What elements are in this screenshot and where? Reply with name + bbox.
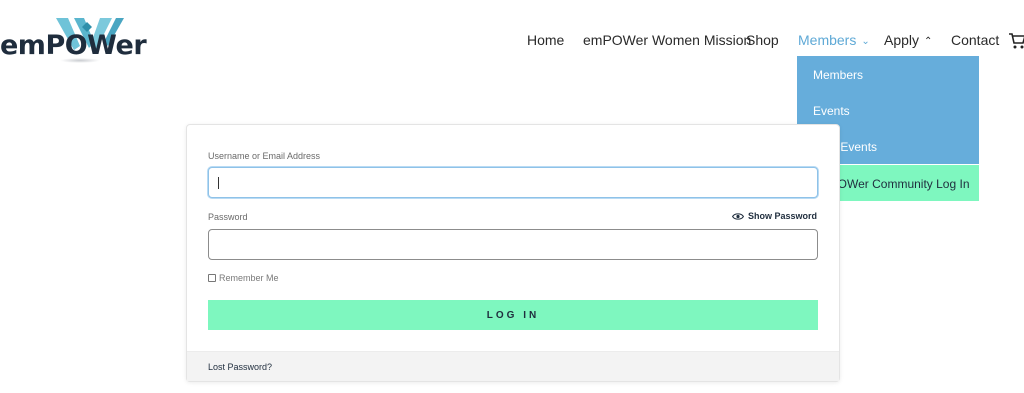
nav-item-members-label: Members: [798, 32, 857, 48]
username-label: Username or Email Address: [208, 151, 321, 161]
nav-item-shop[interactable]: Shop: [746, 32, 779, 48]
login-form: Username or Email Address Password Show …: [186, 124, 840, 382]
nav-item-apply[interactable]: Apply ⌃: [884, 32, 932, 48]
chevron-up-icon: ⌃: [924, 36, 933, 47]
login-button[interactable]: LOG IN: [208, 300, 818, 330]
show-password-toggle[interactable]: Show Password: [731, 211, 817, 221]
remember-me-checkbox[interactable]: [208, 274, 216, 282]
eye-icon: [731, 212, 744, 220]
text-cursor: [218, 177, 219, 189]
chevron-down-icon: ⌄: [861, 36, 870, 47]
dropdown-item-members[interactable]: Members: [797, 56, 979, 92]
nav-item-members[interactable]: Members ⌄: [798, 32, 870, 48]
nav-item-home[interactable]: Home: [527, 32, 564, 48]
password-input[interactable]: [208, 229, 818, 260]
login-footer: Lost Password?: [187, 351, 839, 381]
logo-swoosh: [60, 58, 100, 63]
password-label: Password: [208, 212, 248, 222]
nav-item-apply-label: Apply: [884, 32, 920, 48]
remember-me[interactable]: Remember Me: [208, 273, 279, 283]
username-input[interactable]: [208, 167, 818, 198]
cart-icon[interactable]: [1008, 32, 1024, 50]
remember-me-label: Remember Me: [219, 273, 279, 283]
nav-item-contact[interactable]: Contact: [951, 32, 999, 48]
show-password-label: Show Password: [747, 211, 817, 221]
main-nav: Home emPOWer Women Mission Shop Members ⌄…: [0, 32, 1024, 52]
nav-item-mission[interactable]: emPOWer Women Mission: [583, 32, 751, 48]
lost-password-link[interactable]: Lost Password?: [208, 362, 272, 372]
dropdown-item-events[interactable]: Events: [797, 92, 979, 128]
